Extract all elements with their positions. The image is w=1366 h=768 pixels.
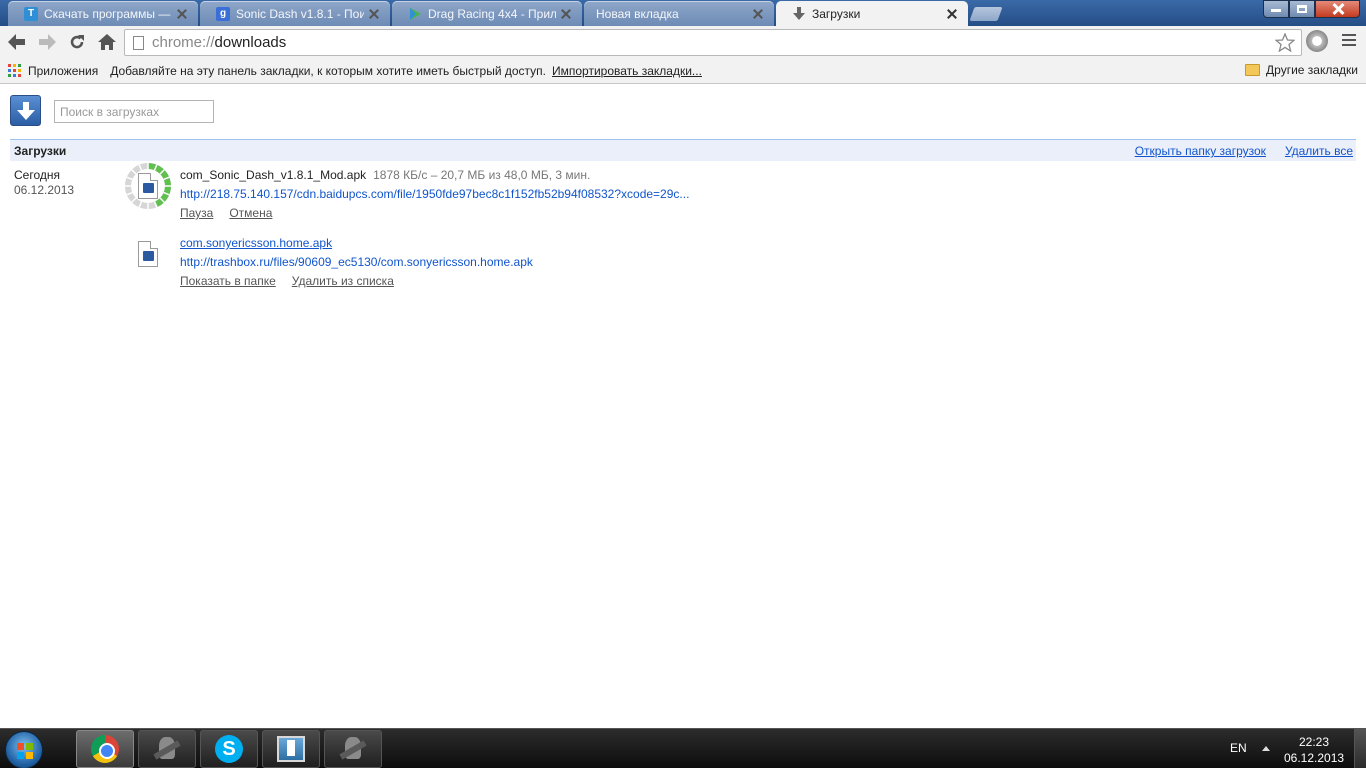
taskbar-skype-button[interactable]: S — [200, 730, 258, 768]
taskbar: S EN 22:23 06.12.2013 — [0, 728, 1366, 768]
address-bar[interactable]: chrome://downloads — [124, 29, 1302, 56]
maximize-button[interactable] — [1289, 0, 1315, 18]
download-item: com.sonyericsson.home.apk http://trashbo… — [124, 230, 724, 290]
apk-file-icon — [138, 173, 158, 199]
apps-shortcut[interactable]: Приложения — [28, 64, 98, 78]
windows-logo-icon — [17, 743, 33, 759]
download-source-url[interactable]: http://trashbox.ru/files/90609_ec5130/co… — [180, 255, 533, 269]
cancel-link[interactable]: Отмена — [229, 206, 272, 220]
tab-title: Загрузки — [812, 6, 861, 21]
tab-downloads[interactable]: Загрузки — [776, 1, 968, 26]
show-in-folder-link[interactable]: Показать в папке — [180, 274, 276, 288]
other-bookmarks-button[interactable]: Другие закладки — [1245, 63, 1358, 77]
home-icon — [98, 34, 116, 50]
download-actions: Показать в папке Удалить из списка — [180, 274, 394, 288]
back-button[interactable] — [4, 29, 30, 55]
tab-title: Drag Racing 4x4 - Прилож — [428, 6, 556, 21]
bookmark-star-icon[interactable] — [1274, 32, 1296, 55]
pause-link[interactable]: Пауза — [180, 206, 213, 220]
close-icon[interactable] — [560, 8, 572, 20]
minimize-button[interactable] — [1263, 0, 1289, 18]
game-icon — [153, 735, 181, 763]
menu-icon[interactable] — [1342, 34, 1356, 49]
tab-new[interactable]: Новая вкладка — [584, 1, 774, 26]
forward-button[interactable] — [34, 29, 60, 55]
show-desktop-button[interactable] — [1354, 729, 1366, 768]
tab-title: Sonic Dash v1.8.1 - Поиск — [236, 6, 364, 21]
date-group-label: Сегодня — [14, 168, 60, 182]
url-host: downloads — [214, 34, 287, 51]
chrome-icon — [91, 735, 119, 763]
downloads-logo-icon — [10, 95, 41, 126]
window-icon — [277, 736, 305, 762]
taskbar-chrome-button[interactable] — [76, 730, 134, 768]
tray-expand-arrow-icon[interactable] — [1262, 746, 1270, 751]
date-group-date: 06.12.2013 — [14, 183, 75, 197]
tab-title: Новая вкладка — [596, 6, 679, 21]
download-filename-text: com_Sonic_Dash_v1.8.1_Mod.apk — [180, 168, 367, 182]
apk-file-icon — [138, 241, 158, 267]
game-icon — [339, 735, 367, 763]
taskbar-game-button-2[interactable] — [324, 730, 382, 768]
close-icon — [1332, 3, 1344, 15]
tab-title: Скачать программы — Т — [44, 6, 172, 21]
bookmark-bar: Приложения Добавляйте на эту панель закл… — [0, 58, 1366, 84]
download-filename-link[interactable]: com.sonyericsson.home.apk — [180, 236, 332, 250]
close-window-button[interactable] — [1315, 0, 1360, 18]
bookmark-bar-hint: Добавляйте на эту панель закладки, к кот… — [110, 63, 546, 78]
open-downloads-folder-link[interactable]: Открыть папку загрузок — [1135, 144, 1266, 158]
language-indicator[interactable]: EN — [1230, 741, 1247, 755]
taskbar-window-button[interactable] — [262, 730, 320, 768]
download-actions: Пауза Отмена — [180, 206, 272, 220]
taskbar-game-button[interactable] — [138, 730, 196, 768]
apps-grid-icon[interactable] — [8, 64, 21, 77]
maximize-icon — [1297, 5, 1307, 13]
trashbox-icon: T — [24, 6, 38, 21]
downloads-search-input[interactable] — [54, 100, 214, 123]
clock-date[interactable]: 06.12.2013 — [1284, 751, 1344, 765]
tab-google-search[interactable]: g Sonic Dash v1.8.1 - Поиск — [200, 1, 390, 26]
tab-trashbox[interactable]: T Скачать программы — Т — [8, 1, 198, 26]
downloads-header-bar: Загрузки Открыть папку загрузок Удалить … — [10, 139, 1356, 161]
clear-all-link[interactable]: Удалить все — [1285, 144, 1353, 158]
home-button[interactable] — [94, 29, 120, 55]
import-bookmarks-link[interactable]: Импортировать закладки... — [552, 64, 702, 78]
section-title: Загрузки — [14, 143, 67, 158]
download-filename: com_Sonic_Dash_v1.8.1_Mod.apk 1878 КБ/с –… — [180, 168, 590, 182]
address-url: chrome://downloads — [152, 34, 286, 51]
other-bookmarks-label: Другие закладки — [1266, 63, 1358, 77]
clock-time[interactable]: 22:23 — [1288, 735, 1340, 749]
tab-strip: T Скачать программы — Т g Sonic Dash v1.… — [0, 0, 1366, 26]
reload-icon — [70, 35, 84, 49]
toolbar: chrome://downloads — [0, 26, 1366, 58]
folder-icon — [1245, 64, 1261, 76]
back-arrow-icon — [8, 34, 25, 50]
download-item: com_Sonic_Dash_v1.8.1_Mod.apk 1878 КБ/с –… — [124, 162, 724, 222]
tab-google-play[interactable]: Drag Racing 4x4 - Прилож — [392, 1, 582, 26]
download-source-url[interactable]: http://218.75.140.157/cdn.baidupcs.com/f… — [180, 187, 689, 201]
new-tab-button[interactable] — [969, 7, 1003, 21]
url-scheme: chrome:// — [152, 34, 215, 51]
download-status: 1878 КБ/с – 20,7 МБ из 48,0 МБ, 3 мин. — [373, 168, 591, 182]
reload-button[interactable] — [64, 29, 90, 55]
start-button[interactable] — [5, 731, 43, 768]
section-links: Открыть папку загрузок Удалить все — [1135, 144, 1353, 158]
extension-icon[interactable] — [1306, 30, 1328, 52]
close-icon[interactable] — [176, 8, 188, 20]
remove-from-list-link[interactable]: Удалить из списка — [292, 274, 394, 288]
close-icon[interactable] — [368, 8, 380, 20]
close-icon[interactable] — [946, 8, 958, 20]
forward-arrow-icon — [39, 34, 56, 50]
window-controls — [1263, 0, 1360, 18]
google-icon: g — [216, 6, 230, 21]
minimize-icon — [1271, 6, 1281, 12]
google-play-icon — [408, 7, 422, 21]
skype-icon: S — [215, 735, 243, 763]
close-icon[interactable] — [752, 8, 764, 20]
page-icon — [133, 35, 144, 50]
download-icon — [792, 6, 806, 21]
